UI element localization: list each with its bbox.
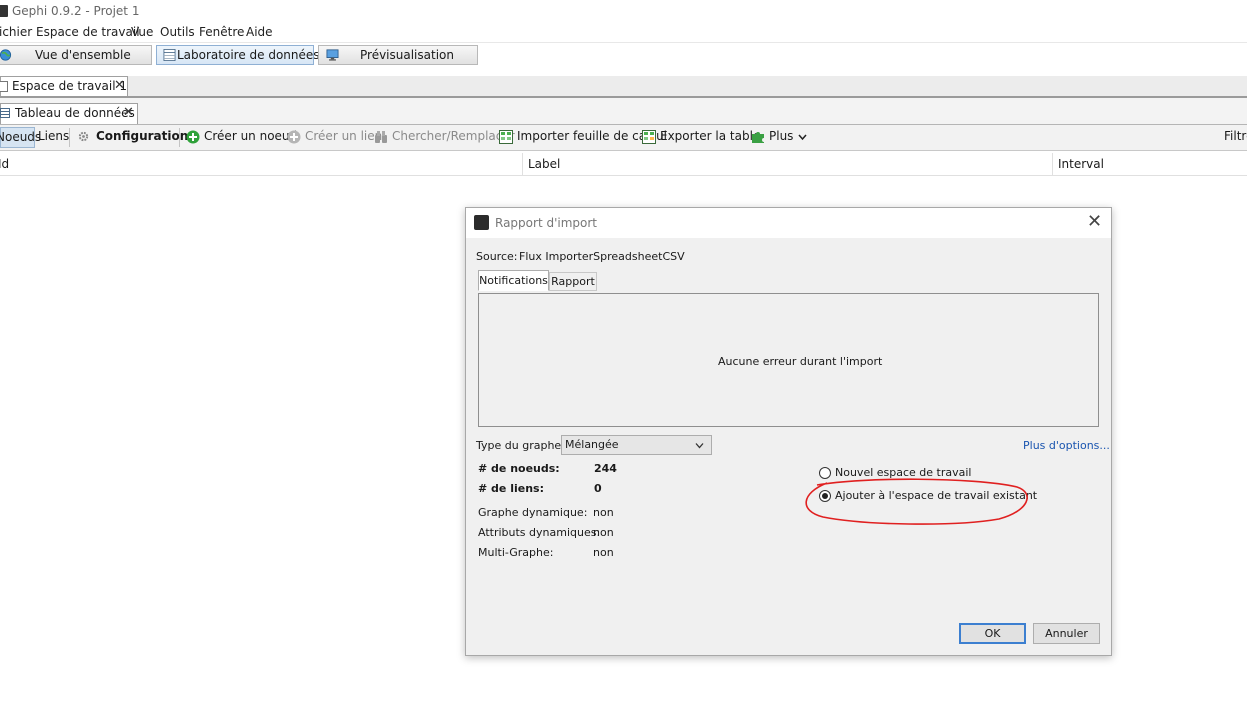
source-label: Source: (476, 250, 518, 263)
table-header: Id Label Interval (0, 151, 1247, 176)
append-workspace-label[interactable]: Ajouter à l'espace de travail existant (835, 489, 1037, 502)
spreadsheet-icon (499, 130, 513, 144)
puzzle-icon (752, 132, 764, 143)
add-circle-icon (287, 130, 301, 144)
data-table-tab-row: Tableau de données ✕ (0, 98, 1247, 125)
ok-button[interactable]: OK (959, 623, 1026, 644)
menu-bar: ichier Espace de travail Vue Outils Fenê… (0, 24, 1247, 43)
menu-fichier[interactable]: ichier (0, 25, 32, 39)
workspace-tab-label: Espace de travail 1 (12, 79, 127, 93)
tab-notifications[interactable]: Notifications (478, 270, 549, 291)
edges-toggle[interactable]: Liens (38, 129, 69, 143)
menu-outils[interactable]: Outils (160, 25, 195, 39)
create-node-button[interactable]: Créer un noeud (204, 129, 297, 143)
gear-icon (78, 131, 89, 142)
menu-aide[interactable]: Aide (246, 25, 273, 39)
tab-workspace-1[interactable]: Espace de travail 1 ✕ (0, 76, 128, 96)
spreadsheet-export-icon (642, 130, 656, 144)
overview-button[interactable]: Vue d'ensemble (0, 45, 152, 65)
workspace-tab-row: Espace de travail 1 ✕ (0, 76, 1247, 98)
data-table-toolbar: Noeuds Liens Configuration Créer un noeu… (0, 125, 1247, 151)
globe-icon (0, 49, 12, 61)
source-value: Flux ImporterSpreadsheetCSV (519, 250, 685, 263)
close-data-table-tab-icon[interactable]: ✕ (123, 105, 134, 120)
graph-type-select[interactable]: Mélangée (561, 435, 712, 455)
more-button[interactable]: Plus (769, 129, 793, 143)
preview-button[interactable]: Prévisualisation (318, 45, 478, 65)
data-lab-button[interactable]: Laboratoire de données (156, 45, 320, 65)
table-icon (0, 108, 10, 118)
add-circle-icon (186, 130, 200, 144)
column-header-label[interactable]: Label (528, 157, 560, 171)
data-table-tab-label: Tableau de données (15, 106, 135, 120)
chevron-down-icon (695, 443, 704, 449)
perspective-bar: Vue d'ensemble Laboratoire de données Pr… (0, 43, 1247, 76)
nodes-toggle[interactable]: Noeuds (0, 127, 41, 148)
window-title: Gephi 0.9.2 - Projet 1 (12, 4, 140, 18)
gephi-logo-icon (474, 215, 489, 230)
new-workspace-label[interactable]: Nouvel espace de travail (835, 466, 971, 479)
cancel-button[interactable]: Annuler (1033, 623, 1100, 644)
import-report-dialog: Rapport d'import ✕ Source: Flux Importer… (465, 207, 1112, 656)
menu-vue[interactable]: Vue (131, 25, 153, 39)
document-icon (0, 81, 8, 92)
menu-fenetre[interactable]: Fenêtre (199, 25, 244, 39)
search-replace-button[interactable]: Chercher/Remplacer (392, 129, 515, 143)
table-icon (163, 49, 176, 61)
chevron-down-icon[interactable] (798, 133, 807, 141)
export-table-button[interactable]: Exporter la table (660, 129, 760, 143)
new-workspace-radio[interactable] (819, 467, 831, 479)
more-options-link[interactable]: Plus d'options... (1023, 439, 1110, 452)
dialog-title: Rapport d'import (495, 216, 597, 230)
column-header-id[interactable]: Id (0, 157, 9, 171)
tab-rapport[interactable]: Rapport (549, 272, 597, 291)
notifications-panel: Aucune erreur durant l'import (478, 293, 1099, 427)
graph-type-label: Type du graphe: (476, 439, 565, 452)
tab-data-table[interactable]: Tableau de données ✕ (0, 103, 138, 124)
configuration-button[interactable]: Configuration (96, 129, 188, 143)
title-bar: Gephi 0.9.2 - Projet 1 (0, 0, 1247, 24)
dynamic-attributes-label: Attributs dynamiques: (478, 526, 601, 539)
monitor-icon (326, 49, 339, 61)
multi-graph-label: Multi-Graphe: (478, 546, 554, 559)
edge-count-label: # de liens: (478, 482, 544, 495)
node-count-label: # de noeuds: (478, 462, 560, 475)
dynamic-graph-value: non (593, 506, 614, 519)
dynamic-graph-label: Graphe dynamique: (478, 506, 588, 519)
dynamic-attributes-value: non (593, 526, 614, 539)
column-divider[interactable] (522, 153, 523, 175)
binoculars-icon (375, 131, 387, 143)
notification-message: Aucune erreur durant l'import (718, 355, 883, 368)
create-edge-button[interactable]: Créer un lien (305, 129, 382, 143)
close-icon[interactable]: ✕ (1087, 211, 1102, 232)
filter-label[interactable]: Filtre (1224, 129, 1247, 143)
node-count-value: 244 (594, 462, 617, 475)
column-header-interval[interactable]: Interval (1058, 157, 1104, 171)
dialog-title-bar[interactable]: Rapport d'import ✕ (466, 208, 1111, 238)
menu-espace-de-travail[interactable]: Espace de travail (36, 25, 140, 39)
gephi-logo-icon (0, 5, 8, 17)
toolbar-separator (69, 128, 70, 147)
append-workspace-radio[interactable] (819, 490, 831, 502)
toolbar-separator (179, 128, 180, 147)
close-workspace-tab-icon[interactable]: ✕ (114, 78, 125, 93)
column-divider[interactable] (1052, 153, 1053, 175)
multi-graph-value: non (593, 546, 614, 559)
edge-count-value: 0 (594, 482, 602, 495)
